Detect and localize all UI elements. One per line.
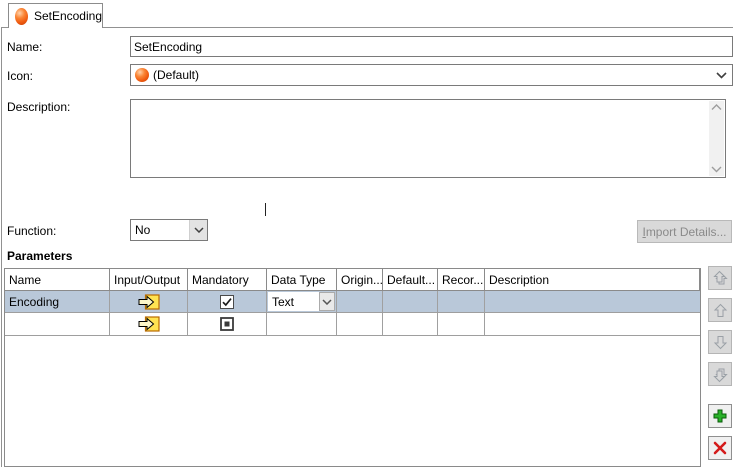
plus-icon [713,409,727,423]
up-double-arrow-icon [712,270,728,284]
param-mandatory-cell[interactable] [188,291,267,312]
function-label: Function: [7,224,57,238]
description-scrollbar[interactable] [709,101,724,176]
column-header-record: Recor... [438,269,485,290]
description-label: Description: [7,100,71,114]
chevron-down-icon [319,292,335,311]
column-header-origin: Origin... [337,269,383,290]
param-origin-cell[interactable] [337,313,383,335]
icon-label: Icon: [7,69,34,83]
add-parameter-button[interactable] [708,404,732,428]
grid-header-row: Name Input/Output Mandatory Data Type Or… [5,269,700,291]
function-dropdown-value: No [135,223,151,237]
down-double-arrow-icon [712,368,728,382]
param-input-output-cell[interactable] [110,313,188,335]
data-type-value: Text [272,294,295,309]
column-header-data-type: Data Type [267,269,337,290]
chevron-down-icon [716,68,727,82]
chevron-down-icon [189,220,207,240]
name-label: Name: [7,40,43,54]
column-header-description: Description [485,269,700,290]
param-name-cell[interactable]: Encoding [5,291,110,312]
column-header-name: Name [5,269,110,290]
param-data-type-cell[interactable] [267,313,337,335]
column-header-input-output: Input/Output [110,269,188,290]
down-arrow-icon [713,335,727,349]
param-origin-cell[interactable] [337,291,383,312]
import-details-button[interactable]: Import Details... [637,220,732,243]
import-details-label: Import Details... [642,224,727,239]
scroll-down-icon[interactable] [711,166,722,173]
move-to-top-button[interactable] [708,266,732,290]
param-record-cell[interactable] [438,291,485,312]
param-record-cell[interactable] [438,313,485,335]
param-input-output-cell[interactable] [110,291,188,312]
data-type-dropdown[interactable]: Text [268,292,335,311]
param-description-cell[interactable] [485,291,700,312]
input-arrow-icon [138,293,160,310]
up-arrow-icon [713,303,727,317]
icon-dropdown[interactable]: (Default) [130,64,733,86]
action-properties-panel: SetEncoding Name: Icon: (Default) Descri… [0,0,733,467]
input-arrow-icon [138,316,160,332]
table-row[interactable]: Encoding Text [5,291,700,313]
scroll-up-icon[interactable] [711,104,722,111]
tab-label: SetEncoding [33,9,102,23]
param-name-cell[interactable] [5,313,110,335]
parameters-grid: Name Input/Output Mandatory Data Type Or… [4,268,701,467]
orange-sphere-icon [135,68,149,82]
x-icon [713,441,727,455]
text-caret [265,203,266,216]
move-to-bottom-button[interactable] [708,362,732,386]
table-row[interactable] [5,313,700,336]
delete-parameter-button[interactable] [708,436,732,460]
move-down-button[interactable] [708,330,732,354]
checkbox-checked-icon [220,294,234,309]
icon-dropdown-value: (Default) [153,68,200,82]
param-mandatory-cell[interactable] [188,313,267,335]
param-default-cell[interactable] [383,313,438,335]
param-data-type-cell[interactable]: Text [267,291,337,312]
name-input[interactable] [130,36,733,57]
description-textarea[interactable] [130,99,726,216]
move-up-button[interactable] [708,298,732,322]
tab-setencoding[interactable]: SetEncoding [8,3,103,28]
param-default-cell[interactable] [383,291,438,312]
checkbox-indeterminate-icon [220,317,234,331]
parameters-title: Parameters [7,249,73,263]
column-header-mandatory: Mandatory [188,269,267,290]
column-header-default: Default... [383,269,438,290]
param-description-cell[interactable] [485,313,700,335]
function-dropdown[interactable]: No [130,219,208,241]
orange-sphere-icon [15,7,28,25]
